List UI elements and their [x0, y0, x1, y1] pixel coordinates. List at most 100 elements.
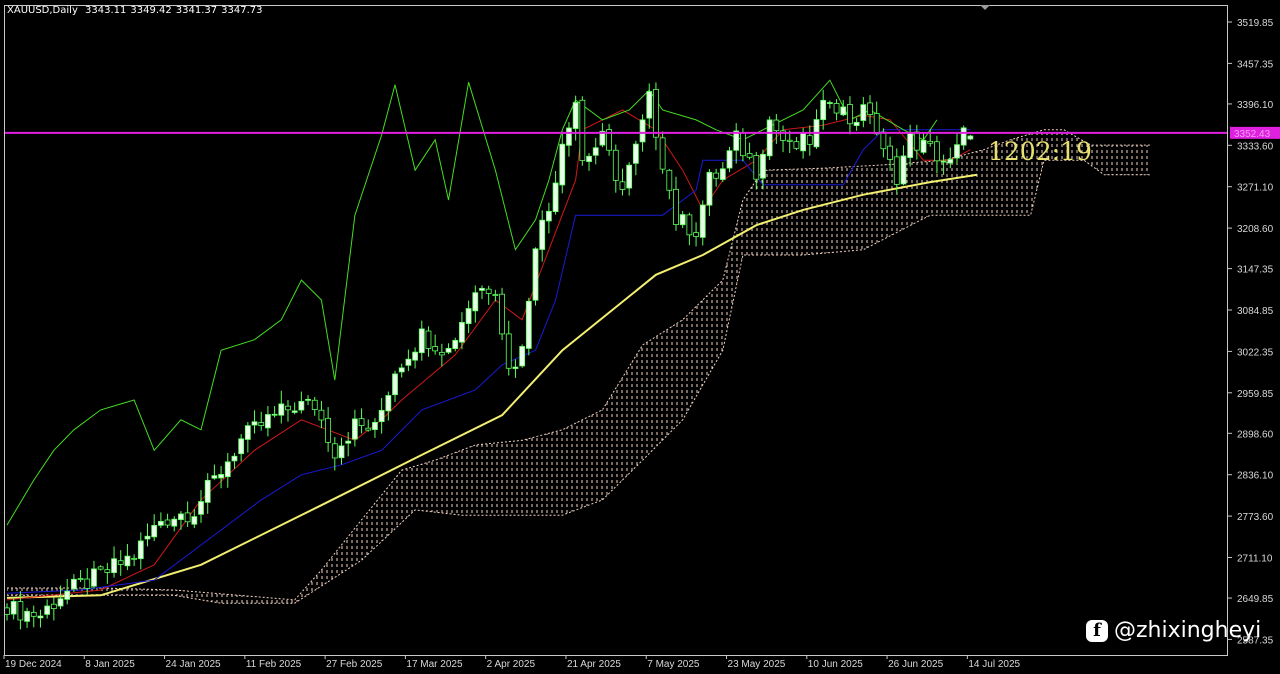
bull-candle-body [178, 513, 184, 521]
price-tick-label: 3208.60 [1237, 224, 1274, 235]
candle [853, 117, 860, 131]
bull-candle-body [940, 160, 947, 163]
bear-candle-body [17, 601, 24, 621]
bull-candle-body [378, 409, 385, 423]
candle [432, 334, 439, 355]
bear-candle-body [806, 135, 813, 145]
candle [666, 168, 673, 200]
candle [860, 97, 867, 128]
bull-candle-body [632, 143, 639, 164]
bear-candle-body [285, 405, 291, 411]
bull-candle-body [291, 410, 298, 413]
bull-candle-body [592, 147, 599, 156]
candle [331, 437, 338, 471]
bull-candle-body [626, 164, 633, 189]
chart-shift-marker-icon[interactable] [980, 5, 990, 10]
candle [653, 82, 659, 151]
candle [673, 176, 679, 231]
bull-candle-body [559, 143, 566, 186]
candle [378, 397, 385, 434]
bull-candle-body [91, 568, 97, 587]
candle [305, 395, 311, 406]
candle [512, 359, 519, 378]
candle [766, 116, 773, 160]
bull-candle-body [920, 139, 927, 153]
bull-candle-body [532, 248, 539, 301]
candle [833, 99, 840, 121]
bear-candle-body [753, 155, 760, 180]
bull-candle-body [71, 578, 77, 590]
candle [719, 162, 726, 182]
price-tick-label: 2649.85 [1237, 594, 1274, 605]
candle [592, 137, 599, 165]
bull-candle-body [465, 308, 472, 325]
bull-candle-body [305, 398, 311, 401]
bull-candle-body [198, 501, 204, 515]
candle [519, 344, 526, 368]
bear-candle-body [893, 156, 900, 185]
candle [30, 605, 37, 628]
chart-frame [4, 5, 1228, 656]
bear-candle-body [505, 333, 512, 369]
candle [178, 511, 184, 530]
senkou-span-b [7, 159, 1151, 604]
candle [452, 337, 459, 352]
candle [566, 122, 572, 157]
candle [525, 297, 532, 356]
bull-candle-body [820, 99, 827, 121]
candle [659, 131, 666, 174]
time-tick-label: 21 Apr 2025 [567, 659, 621, 670]
bear-candle-body [438, 352, 445, 356]
price-axis[interactable]: 3519.85 3457.35 3396.10 3333.60 3271.10 3208.… [1228, 18, 1274, 646]
bear-candle-body [659, 137, 666, 170]
bear-candle-body [673, 188, 679, 225]
candle [479, 285, 485, 300]
bear-candle-body [84, 578, 91, 589]
bull-candle-body [706, 171, 713, 206]
candle [238, 434, 245, 462]
candles [4, 82, 974, 630]
time-axis[interactable]: 19 Dec 2024 8 Jan 2025 24 Jan 2025 11 Feb 2… [3, 655, 1021, 670]
bull-candle-body [840, 106, 847, 116]
time-tick-label: 17 Mar 2025 [406, 659, 463, 670]
bear-candle-body [325, 417, 332, 443]
candle [91, 560, 97, 589]
time-tick-label: 24 Jan 2025 [166, 659, 221, 670]
bear-candle-body [619, 181, 626, 190]
candle [291, 402, 298, 415]
candle [646, 83, 653, 129]
candle [218, 466, 224, 489]
candle [539, 210, 546, 262]
bull-candle-body [412, 351, 418, 361]
candle [826, 100, 833, 109]
bull-candle-body [826, 102, 833, 104]
candle [385, 391, 392, 421]
bull-candle-body [947, 159, 954, 164]
bear-candle-body [927, 140, 934, 144]
time-tick-label: 8 Jan 2025 [85, 659, 135, 670]
bull-candle-body [566, 127, 572, 146]
watermark: f @zhixingheyi [1086, 618, 1261, 643]
candle [137, 532, 144, 570]
candle [224, 452, 231, 488]
bear-candle-body [184, 512, 191, 523]
price-tick-label: 3147.35 [1237, 265, 1274, 276]
candle [786, 130, 793, 154]
candle [626, 162, 633, 196]
bear-candle-body [887, 145, 893, 160]
cloud-fill [7, 129, 1151, 604]
candle [706, 169, 713, 216]
candle [358, 408, 365, 434]
bear-candle-body [666, 169, 673, 191]
ohlc-close: 3347.73 [221, 5, 263, 16]
bull-candle-body [719, 168, 726, 180]
bull-candle-body [800, 132, 807, 152]
bear-candle-body [97, 566, 104, 570]
bull-candle-body [238, 438, 245, 455]
candle [184, 501, 191, 528]
candle [425, 326, 432, 357]
bull-candle-body [545, 210, 552, 222]
candle [244, 422, 251, 453]
bear-candle-body [579, 99, 586, 161]
price-chart[interactable]: 3519.85 3457.35 3396.10 3333.60 3271.10 3208.… [0, 0, 1280, 674]
